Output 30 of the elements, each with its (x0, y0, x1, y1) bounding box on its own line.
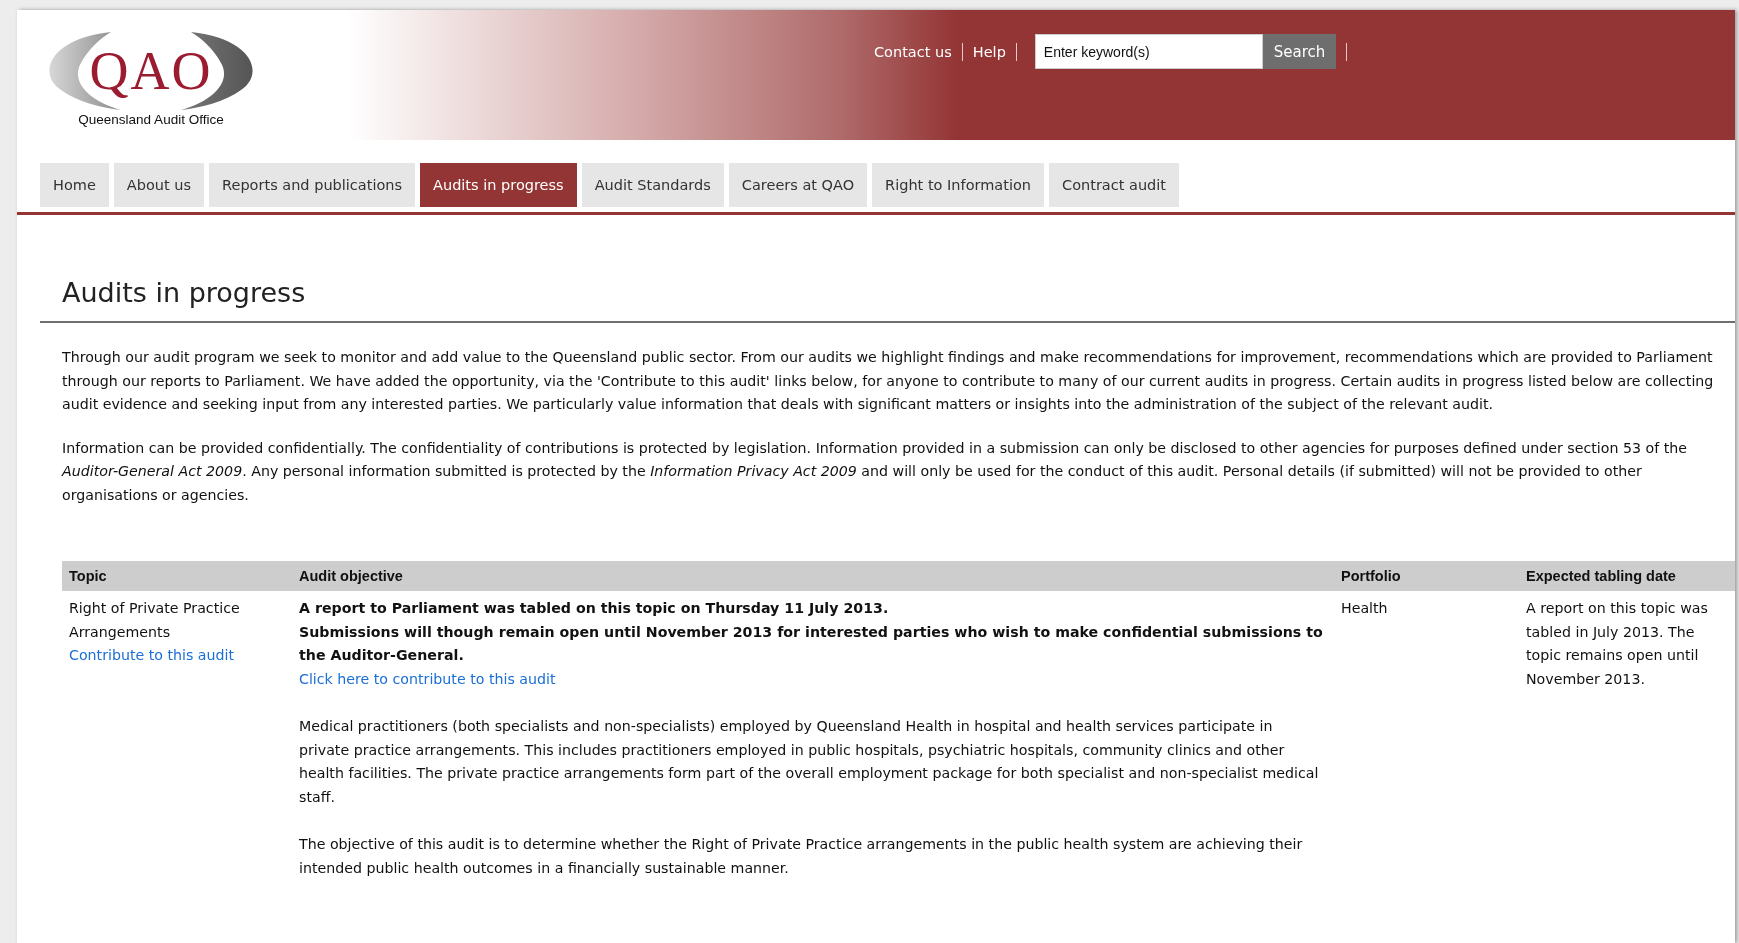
nav-tab[interactable]: Audit Standards (581, 163, 724, 207)
contribute-link[interactable]: Click here to contribute to this audit (299, 670, 556, 687)
header-link[interactable]: Contact us (874, 43, 952, 60)
nav-tab[interactable]: Careers at QAO (728, 163, 868, 207)
intro-paragraph: Through our audit program we seek to monitor and add value to the Queensland public sector. From our audits we highlight findings and make recommendations for improvement, recommendations which are provided to Parliament through our reports to Parliament. We have added the opportunity, via the 'Contribute to this audit' links below, for anyone to contribute to many of our current audits in progress. Certain audits in progress listed below are collecting audit evidence and seeking input from any interested parties. We particularly value information that deals with significant matters or insights into the administration of the subject of the relevant audit. (62, 348, 1715, 414)
logo-text: QAO (88, 44, 214, 98)
nav-tab[interactable]: Contract audit (1049, 163, 1179, 207)
notice-text: A report to Parliament was tabled on this topic on Thursday 11 July 2013. (299, 599, 890, 618)
column-header: Portfolio (1334, 561, 1519, 591)
contribute-link[interactable]: Contribute to this audit (69, 647, 235, 663)
page-title: Audits in progress (40, 215, 1735, 323)
header-link[interactable]: Help (972, 43, 1006, 60)
search-button[interactable]: Search (1262, 34, 1337, 69)
objective-paragraph: Medical practitioners (both specialists and non-specialists) employed by Queensland Health in hospital and health services participate in private practice arrangements. This includes practitioners employed in public hospitals, psychiatric hospitals, community clinics and other health facilities. The private practice arrangements form part of the overall employment package for both specialist and non-specialist medical staff. (299, 717, 1320, 807)
column-header: Topic (62, 561, 292, 591)
nav-tab[interactable]: Home (40, 163, 109, 207)
nav-tab[interactable]: Reports and publications (209, 163, 416, 207)
objective-paragraph: The objective of this audit is to determine whether the Right of Private Practice arrangements in the public health system are achieving their intended public health outcomes in a financially sustainable manner. (299, 835, 1304, 878)
intro-paragraph: Information can be provided confidentially. The confidentiality of contributions is protected by legislation. Information provided in a submission can only be disclosed to other agencies for purposes defined under section 53 of the Auditor-General Act 2009. Any personal information submitted is protected by the Information Privacy Act 2009 and will only be used for the conduct of this audit. Personal details (if submitted) will not be provided to other organisations or agencies. (62, 438, 1688, 505)
logo-caption: Queensland Audit Office (77, 112, 225, 127)
search-field[interactable]: Enter keyword(s) (1034, 34, 1263, 69)
topic-text: Right of Private Practice Arrangements (69, 599, 241, 642)
notice-text: Submissions will though remain open until November 2013 for interested parties who wish to make confidential submissions to the Auditor-General. (299, 622, 1324, 665)
nav-tab[interactable]: Audits in progress (420, 163, 577, 207)
portfolio-text: Health (1341, 600, 1388, 616)
nav-tab[interactable]: Right to Information (872, 163, 1044, 207)
tabling-date-text: A report on this topic was tabled in July 2013. The topic remains open until November 2013. (1526, 599, 1709, 689)
nav-tab[interactable]: About us (113, 163, 205, 207)
column-header: Expected tabling date (1519, 561, 1735, 591)
column-header: Audit objective (292, 561, 1334, 591)
